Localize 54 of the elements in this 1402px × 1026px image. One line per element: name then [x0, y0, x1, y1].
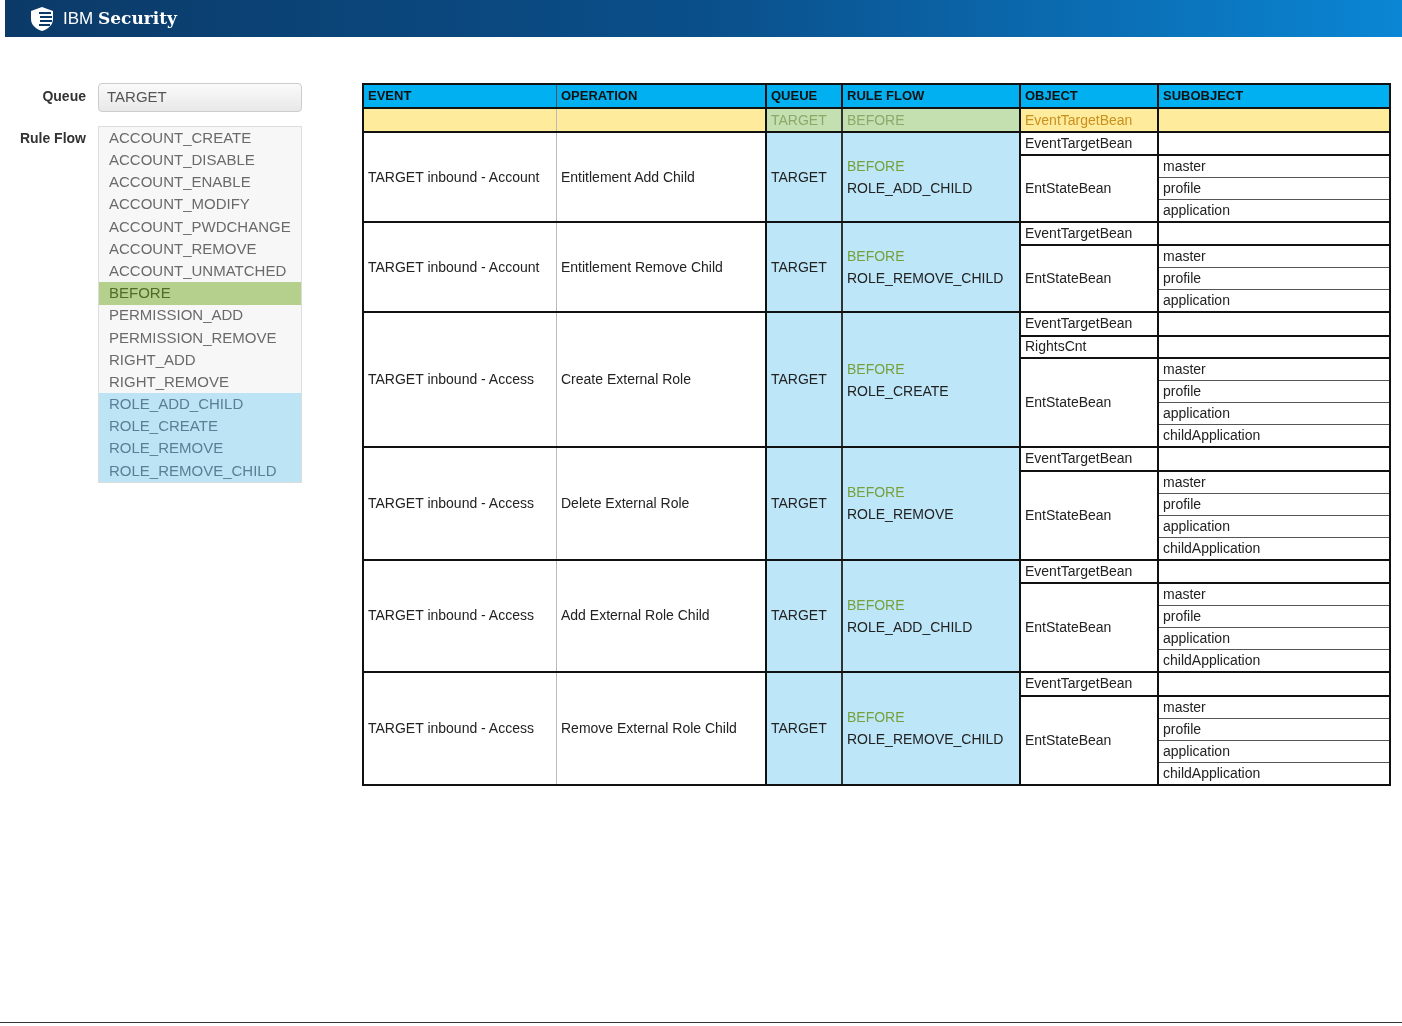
table-cell: childApplication — [1159, 649, 1389, 671]
list-item[interactable]: BEFORE — [99, 282, 301, 305]
field-label: Rule Flow — [18, 129, 87, 148]
table-cell-text: master — [1162, 472, 1207, 492]
list-item[interactable]: ROLE_CREATE — [99, 415, 301, 438]
table-cell: childApplication — [1159, 424, 1389, 446]
table-cell: profile — [1159, 380, 1389, 402]
table-cell: TARGET — [767, 313, 843, 446]
field-label: Queue — [41, 87, 87, 106]
table-cell: application — [1159, 739, 1389, 762]
shield-logo-icon — [29, 5, 55, 32]
queue-field[interactable]: TARGET — [98, 83, 302, 112]
table-cell-text: master — [1162, 157, 1207, 176]
table-cell: BEFORE ROLE_ADD_CHILD — [843, 560, 1021, 671]
table-cell: TARGET — [767, 673, 843, 784]
table-cell: profile — [1159, 177, 1389, 199]
table-cell: application — [1159, 627, 1389, 649]
table-cell: application — [1159, 514, 1389, 537]
column-header: RULE FLOW — [843, 85, 1021, 107]
table-cell: EventTargetBean — [1021, 109, 1159, 131]
list-item[interactable]: ROLE_REMOVE — [99, 437, 301, 460]
list-item[interactable]: ROLE_REMOVE_CHILD — [99, 459, 301, 482]
table-cell: TARGET — [767, 223, 843, 311]
table-cell: profile — [1159, 267, 1389, 289]
table-cell: TARGET — [767, 109, 843, 131]
table-cell: application — [1159, 402, 1389, 424]
table-cell: profile — [1159, 717, 1389, 740]
table-cell: application — [1159, 199, 1389, 221]
table-cell: TARGET — [767, 560, 843, 671]
column-header: OPERATION — [557, 85, 767, 107]
brand-name: IBM Security — [63, 6, 177, 30]
table-cell-text: master — [1162, 585, 1207, 604]
table-cell: TARGET — [767, 133, 843, 221]
table-cell: BEFORE ROLE_ADD_CHILD — [843, 133, 1021, 221]
table-cell-text: master — [1162, 360, 1207, 379]
table-cell: TARGET — [767, 448, 843, 559]
table-cell: childApplication — [1159, 761, 1389, 784]
table-cell: BEFORE ROLE_CREATE — [843, 313, 1021, 446]
table-cell: application — [1159, 289, 1389, 311]
rule-flow-list[interactable] — [98, 126, 302, 483]
column-header: QUEUE — [767, 85, 843, 107]
column-header: EVENT — [364, 85, 557, 107]
table-cell-text: master — [1162, 247, 1207, 266]
column-header: OBJECT — [1021, 85, 1159, 107]
table-cell-text: master — [1162, 697, 1207, 717]
table-cell: BEFORE ROLE_REMOVE_CHILD — [843, 673, 1021, 784]
table-cell: BEFORE — [843, 109, 1021, 131]
table-cell: BEFORE ROLE_REMOVE_CHILD — [843, 223, 1021, 311]
table-cell: childApplication — [1159, 536, 1389, 559]
table-cell: profile — [1159, 605, 1389, 627]
column-header: SUBOBJECT — [1162, 87, 1245, 106]
table-cell: profile — [1159, 492, 1389, 515]
table-cell: BEFORE ROLE_REMOVE — [843, 448, 1021, 559]
list-item[interactable]: ROLE_ADD_CHILD — [99, 393, 301, 416]
